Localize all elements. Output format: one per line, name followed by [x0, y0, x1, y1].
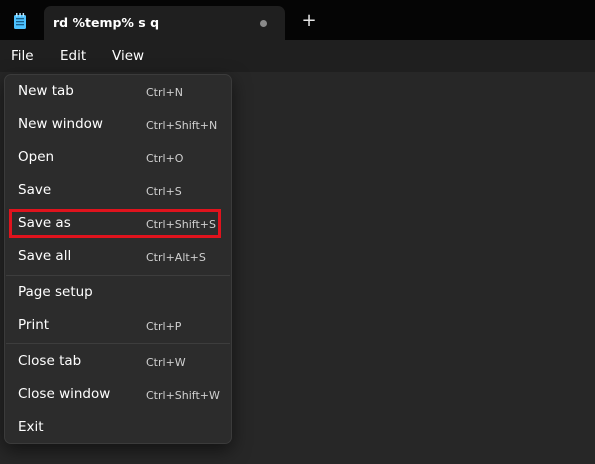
menu-file[interactable]: File	[11, 48, 34, 64]
menu-item-page-setup[interactable]: Page setup	[8, 278, 228, 308]
menu-item-exit[interactable]: Exit	[8, 413, 228, 443]
menu-item-shortcut: Ctrl+Alt+S	[146, 251, 206, 264]
menu-item-label: Save	[18, 182, 52, 198]
menu-item-label: Close window	[18, 386, 111, 402]
menu-bar: File Edit View	[0, 40, 595, 72]
menu-edit[interactable]: Edit	[60, 48, 86, 64]
unsaved-dot-icon[interactable]	[260, 20, 267, 27]
notepad-icon	[14, 13, 26, 29]
menu-item-open[interactable]: Open Ctrl+O	[8, 143, 228, 173]
title-bar: rd %temp% s q +	[0, 0, 595, 40]
menu-item-label: Print	[18, 317, 50, 333]
menu-item-label: Exit	[18, 419, 44, 435]
menu-view[interactable]: View	[112, 48, 144, 64]
menu-item-shortcut: Ctrl+W	[146, 356, 186, 369]
menu-item-save[interactable]: Save Ctrl+S	[8, 176, 228, 206]
menu-item-close-window[interactable]: Close window Ctrl+Shift+W	[8, 380, 228, 410]
new-tab-button[interactable]: +	[300, 12, 318, 30]
save-as-highlight	[9, 209, 221, 238]
menu-item-shortcut: Ctrl+Shift+W	[146, 389, 220, 402]
menu-item-shortcut: Ctrl+S	[146, 185, 182, 198]
tab-title: rd %temp% s q	[53, 15, 160, 30]
file-menu-dropdown: New tab Ctrl+N New window Ctrl+Shift+N O…	[4, 74, 232, 444]
menu-separator	[6, 343, 230, 344]
menu-item-shortcut: Ctrl+Shift+N	[146, 119, 218, 132]
menu-item-save-all[interactable]: Save all Ctrl+Alt+S	[8, 242, 228, 272]
menu-item-label: New tab	[18, 83, 74, 99]
menu-item-label: Open	[18, 149, 55, 165]
menu-item-shortcut: Ctrl+N	[146, 86, 184, 99]
menu-item-print[interactable]: Print Ctrl+P	[8, 311, 228, 341]
menu-item-close-tab[interactable]: Close tab Ctrl+W	[8, 347, 228, 377]
menu-item-label: Save all	[18, 248, 72, 264]
menu-item-label: Close tab	[18, 353, 82, 369]
menu-item-label: Page setup	[18, 284, 93, 300]
menu-item-new-tab[interactable]: New tab Ctrl+N	[8, 77, 228, 107]
menu-item-shortcut: Ctrl+P	[146, 320, 182, 333]
menu-item-shortcut: Ctrl+O	[146, 152, 184, 165]
menu-item-new-window[interactable]: New window Ctrl+Shift+N	[8, 110, 228, 140]
menu-item-label: New window	[18, 116, 103, 132]
menu-separator	[6, 275, 230, 276]
tab-document[interactable]: rd %temp% s q	[44, 6, 285, 40]
